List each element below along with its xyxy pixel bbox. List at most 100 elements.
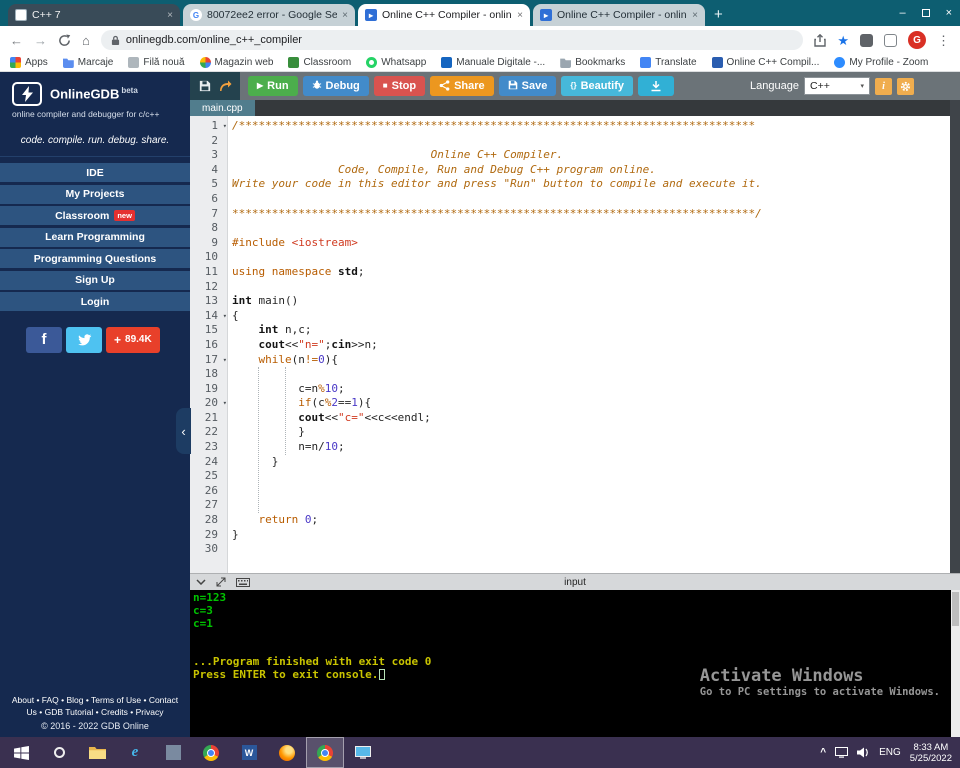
back-icon[interactable]: ←	[10, 34, 23, 47]
bookmark-manuale-digitale[interactable]: Manuale Digitale -...	[441, 57, 545, 68]
sidebar-item-ide[interactable]: IDE	[0, 163, 190, 182]
bookmark-items: Apps Marcaje Filă nouă Magazin web Classroom…	[10, 57, 928, 68]
bookmark-magazin-web[interactable]: Magazin web	[200, 57, 274, 68]
editor-scrollbar[interactable]	[950, 100, 960, 573]
browser-tab-2[interactable]: G80072ee2 error - Google Search×	[183, 4, 355, 26]
share-code-button[interactable]: Share	[430, 76, 494, 96]
browser-tab-1[interactable]: C++ 7×	[8, 4, 180, 26]
tab-close-icon[interactable]: ×	[342, 10, 348, 21]
save-button[interactable]: Save	[499, 76, 557, 96]
keyboard-icon[interactable]	[236, 578, 250, 587]
bookmark-label: Manuale Digitale -...	[456, 57, 545, 68]
search-taskbar-button[interactable]	[40, 737, 78, 768]
tab-close-icon[interactable]: ×	[517, 10, 523, 21]
fork-icon[interactable]	[219, 80, 232, 92]
sidebar-collapse-button[interactable]: ‹	[176, 408, 191, 454]
internet-explorer-taskbar-button[interactable]: e	[116, 737, 154, 768]
code-line: }	[232, 455, 960, 470]
save-file-icon[interactable]	[199, 80, 211, 92]
stop-button[interactable]: ■Stop	[374, 76, 425, 96]
file-explorer-icon	[89, 746, 106, 759]
social-buttons: f +89.4K	[26, 327, 190, 353]
bookmark-translate[interactable]: Translate	[640, 57, 696, 68]
share-icon[interactable]	[814, 34, 826, 47]
terminal-output[interactable]: n=123c=3c=1...Program finished with exit…	[190, 590, 960, 737]
code-line	[232, 367, 960, 382]
chrome-icon	[203, 745, 219, 761]
code-editor[interactable]: 1▾234567891011121314▾151617▾181920▾21222…	[190, 116, 960, 573]
sidebar-item-learn-programming[interactable]: Learn Programming	[0, 228, 190, 247]
bookmark-fil-nou[interactable]: Filă nouă	[128, 57, 184, 68]
screen-share-taskbar-button[interactable]	[344, 737, 382, 768]
file-explorer-taskbar-button[interactable]	[78, 737, 116, 768]
forward-icon[interactable]: →	[34, 34, 47, 47]
fold-icon[interactable]: ▾	[223, 119, 227, 134]
chrome-taskbar-button[interactable]	[192, 737, 230, 768]
code-area[interactable]: /***************************************…	[228, 116, 960, 573]
bookmark-marcaje[interactable]: Marcaje	[63, 57, 114, 68]
brand[interactable]: OnlineGDBbeta	[12, 82, 178, 106]
bookmark-star-icon[interactable]: ★	[837, 34, 849, 47]
gdb-favicon: ▸	[540, 9, 552, 21]
twitter-button[interactable]	[66, 327, 102, 353]
new-tab-button[interactable]: +	[714, 7, 723, 22]
resize-console-icon[interactable]	[216, 577, 226, 587]
bookmark-online-c-compil[interactable]: Online C++ Compil...	[712, 57, 820, 68]
reload-icon[interactable]	[58, 34, 71, 47]
bookmark-classroom[interactable]: Classroom	[288, 57, 351, 68]
sidebar-item-my-projects[interactable]: My Projects	[0, 185, 190, 204]
facebook-button[interactable]: f	[26, 327, 62, 353]
close-window-icon[interactable]: ×	[946, 7, 952, 19]
file-tab-main-cpp[interactable]: main.cpp	[190, 100, 255, 116]
console-scrollbar[interactable]	[951, 590, 960, 737]
minimize-window-icon[interactable]: –	[899, 7, 905, 19]
start-taskbar-button[interactable]	[2, 737, 40, 768]
footer-links[interactable]: About • FAQ • Blog • Terms of Use • Cont…	[7, 694, 183, 718]
sidebar-item-sign-up[interactable]: Sign Up	[0, 271, 190, 290]
bookmark-bookmarks[interactable]: Bookmarks	[560, 57, 625, 68]
fold-icon[interactable]: ▾	[223, 396, 227, 411]
collapse-console-icon[interactable]	[196, 579, 206, 585]
firefox-taskbar-button[interactable]	[268, 737, 306, 768]
browser-tab-3[interactable]: ▸Online C++ Compiler - online ed...×	[358, 4, 530, 26]
debug-button[interactable]: Debug	[303, 76, 369, 96]
beautify-button[interactable]: {}Beautify	[561, 76, 633, 96]
clock[interactable]: 8:33 AM 5/25/2022	[910, 742, 952, 764]
extension-icon[interactable]	[860, 34, 873, 47]
run-button[interactable]: ▶Run	[248, 76, 298, 96]
sidebar-item-classroom[interactable]: Classroomnew	[0, 206, 190, 225]
sidebar-item-login[interactable]: Login	[0, 292, 190, 311]
settings-button[interactable]	[897, 78, 914, 95]
addthis-share-button[interactable]: +89.4K	[106, 327, 160, 353]
code-line: return 0;	[232, 513, 960, 528]
doc-gray-favicon	[128, 57, 139, 68]
tab-close-icon[interactable]: ×	[692, 10, 698, 21]
chrome-taskbar-button[interactable]	[306, 737, 344, 768]
hidden-icons-button[interactable]: ^	[820, 747, 826, 758]
profile-avatar[interactable]: G	[908, 31, 926, 49]
bookmark-my-profile-zoom[interactable]: My Profile - Zoom	[834, 57, 928, 68]
scrollbar-thumb[interactable]	[952, 592, 959, 626]
code-line: {	[232, 309, 960, 324]
extension-icon[interactable]	[884, 34, 897, 47]
language-select[interactable]: C++▾	[804, 77, 870, 95]
sidebar-item-programming-questions[interactable]: Programming Questions	[0, 249, 190, 268]
home-icon[interactable]: ⌂	[82, 34, 90, 47]
address-bar[interactable]: onlinegdb.com/online_c++_compiler	[101, 30, 803, 50]
line-number: 5	[190, 177, 227, 192]
tab-close-icon[interactable]: ×	[167, 10, 173, 21]
volume-icon[interactable]	[857, 747, 870, 758]
browser-menu-icon[interactable]: ⋮	[937, 34, 950, 47]
fold-icon[interactable]: ▾	[223, 309, 227, 324]
display-icon[interactable]	[835, 747, 848, 758]
word-taskbar-button[interactable]: W	[230, 737, 268, 768]
language-indicator[interactable]: ENG	[879, 747, 901, 758]
download-button[interactable]	[638, 76, 674, 96]
bookmark-whatsapp[interactable]: Whatsapp	[366, 57, 426, 68]
browser-tab-4[interactable]: ▸Online C++ Compiler - online ed...×	[533, 4, 705, 26]
info-button[interactable]: i	[875, 78, 892, 95]
bookmark-apps[interactable]: Apps	[10, 57, 48, 68]
maximize-window-icon[interactable]	[922, 9, 930, 17]
fold-icon[interactable]: ▾	[223, 353, 227, 368]
store-taskbar-button[interactable]	[154, 737, 192, 768]
